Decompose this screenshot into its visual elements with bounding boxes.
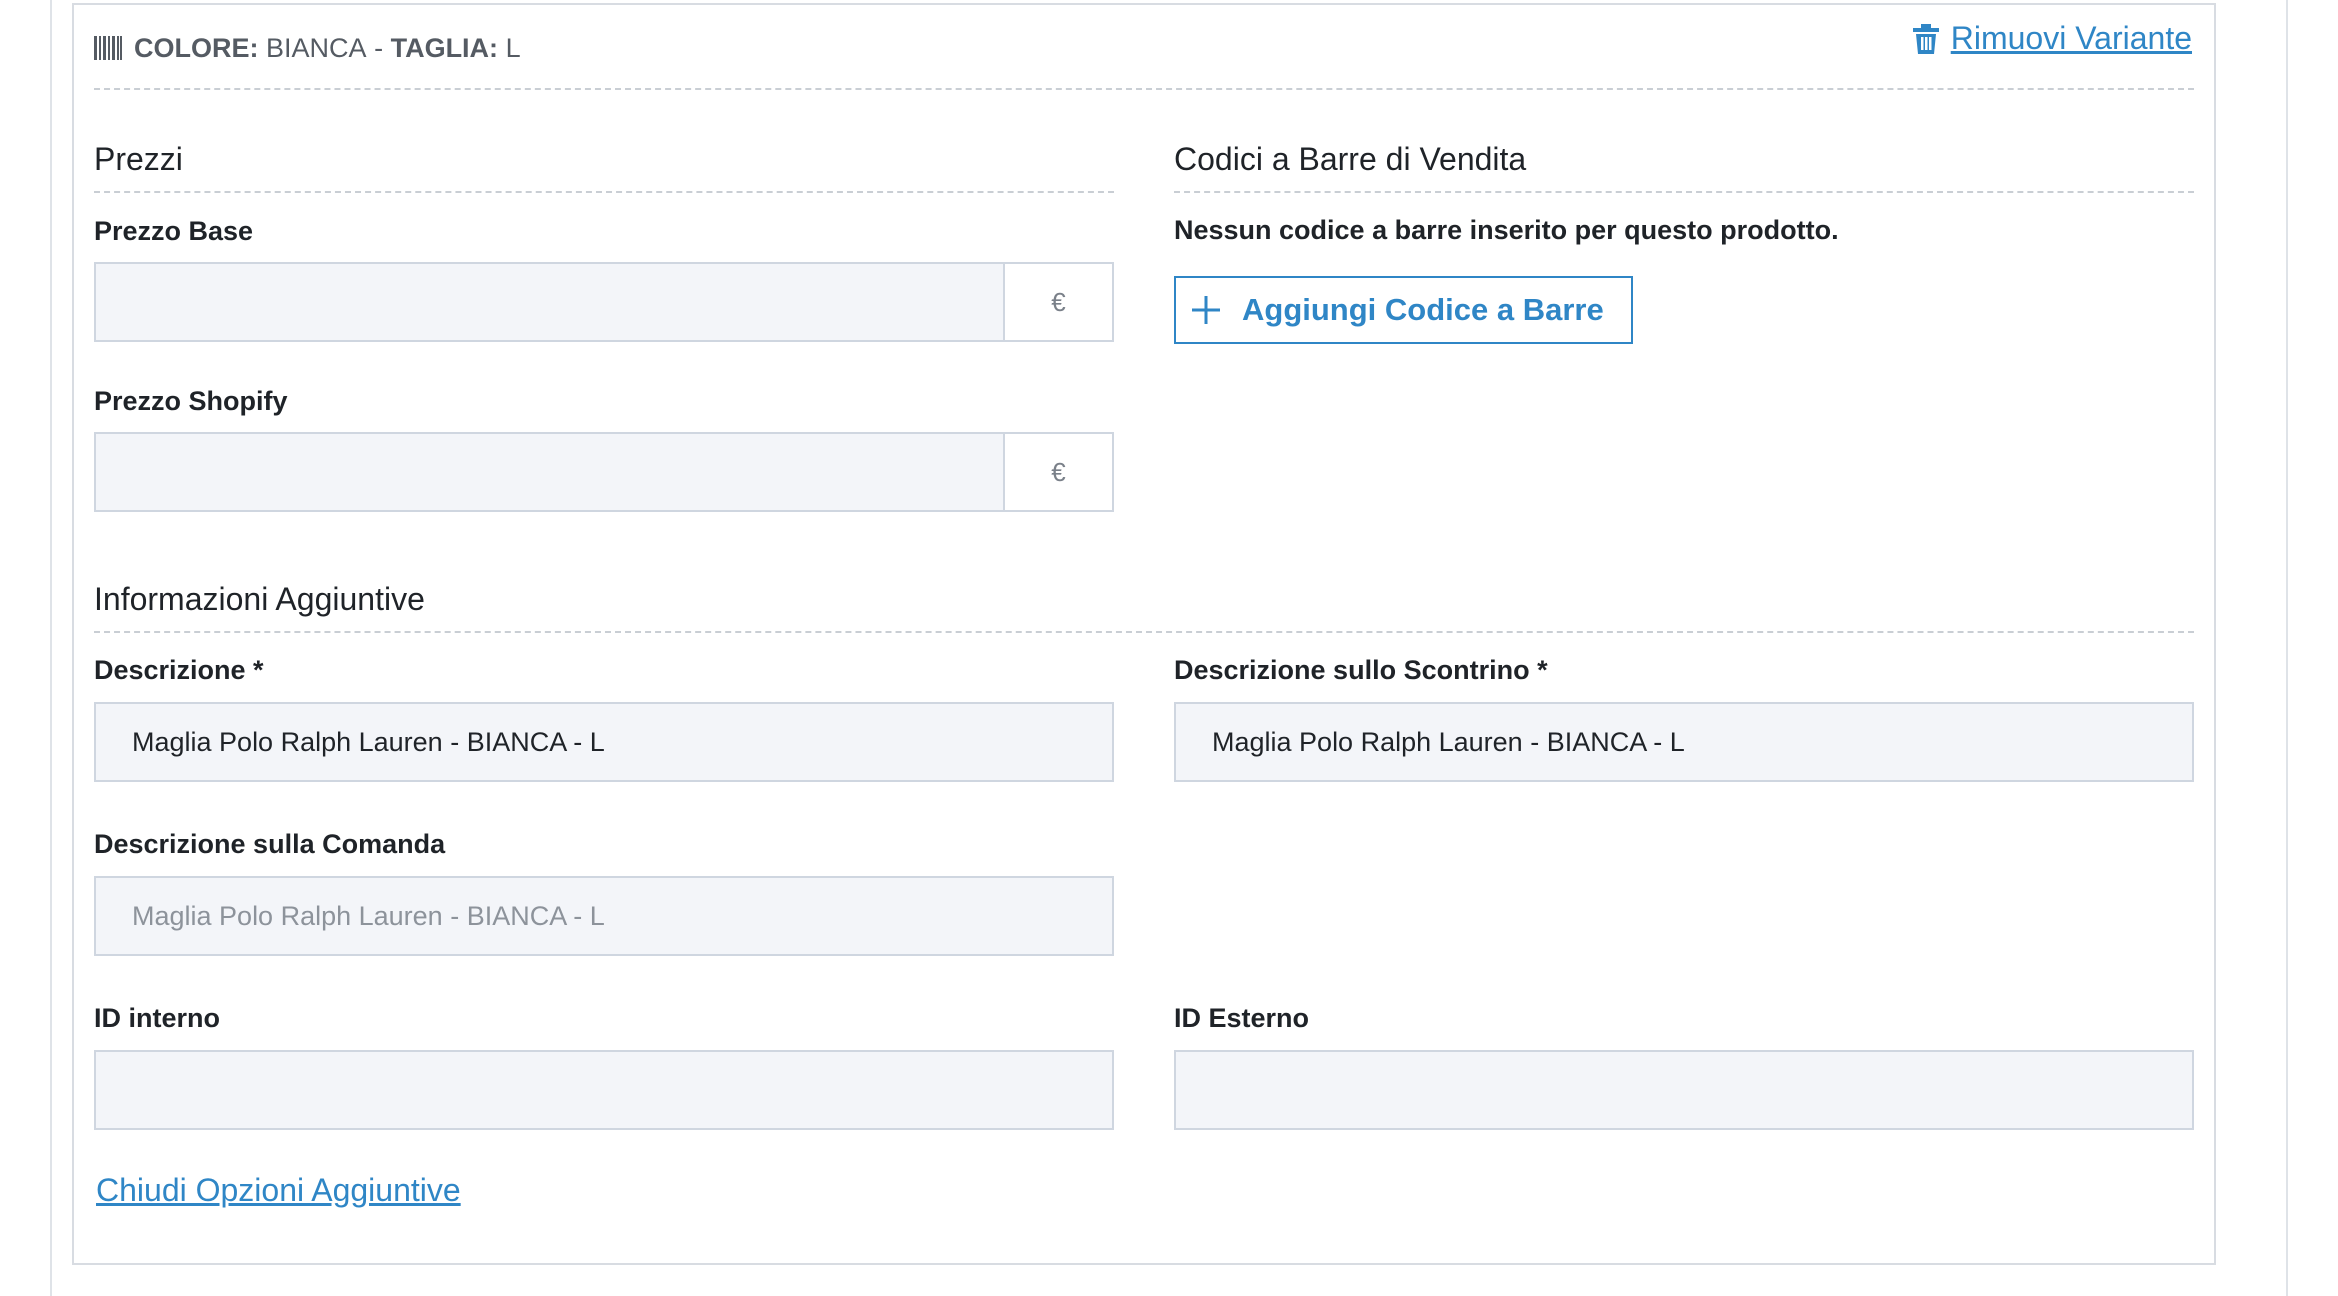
size-value: L [505, 32, 521, 63]
color-label: COLORE: [134, 32, 259, 63]
description-input[interactable]: Maglia Polo Ralph Lauren - BIANCA - L [94, 702, 1114, 782]
description-label: Descrizione * [94, 655, 264, 685]
base-price-currency: € [1003, 262, 1114, 342]
additional-info-title: Informazioni Aggiuntive [94, 581, 425, 617]
prices-title: Prezzi [94, 141, 183, 177]
prices-divider [94, 191, 1114, 193]
barcodes-divider [1174, 191, 2194, 193]
internal-id-input[interactable] [94, 1050, 1114, 1130]
trash-icon [1912, 23, 1939, 54]
shopify-price-input[interactable] [94, 432, 1005, 512]
external-id-input[interactable] [1174, 1050, 2194, 1130]
plus-icon [1192, 296, 1220, 324]
add-barcode-button[interactable]: Aggiungi Codice a Barre [1174, 276, 1633, 344]
base-price-input[interactable] [94, 262, 1005, 342]
remove-variant-button[interactable]: Rimuovi Variante [1912, 20, 2192, 57]
additional-info-divider [94, 631, 2194, 633]
variant-separator: - [374, 32, 384, 63]
barcode-icon [94, 36, 122, 60]
barcodes-empty-message: Nessun codice a barre inserito per quest… [1174, 215, 1839, 245]
internal-id-label: ID interno [94, 1003, 220, 1033]
external-id-label: ID Esterno [1174, 1003, 1310, 1033]
receipt-description-label: Descrizione sullo Scontrino * [1174, 655, 1548, 685]
shopify-price-label: Prezzo Shopify [94, 386, 288, 416]
shopify-price-currency: € [1003, 432, 1114, 512]
order-description-input[interactable]: Maglia Polo Ralph Lauren - BIANCA - L [94, 876, 1114, 956]
add-barcode-label: Aggiungi Codice a Barre [1242, 292, 1604, 327]
order-description-label: Descrizione sulla Comanda [94, 829, 446, 859]
base-price-label: Prezzo Base [94, 216, 254, 246]
barcodes-title: Codici a Barre di Vendita [1174, 141, 1527, 177]
receipt-description-input[interactable]: Maglia Polo Ralph Lauren - BIANCA - L [1174, 702, 2194, 782]
header-divider [94, 88, 2194, 90]
variant-header: COLORE: BIANCA - TAGLIA: L [94, 28, 521, 68]
remove-variant-label: Rimuovi Variante [1950, 20, 2192, 56]
size-label: TAGLIA: [390, 32, 499, 63]
color-value: BIANCA [266, 32, 367, 63]
close-additional-options-link[interactable]: Chiudi Opzioni Aggiuntive [96, 1172, 461, 1209]
